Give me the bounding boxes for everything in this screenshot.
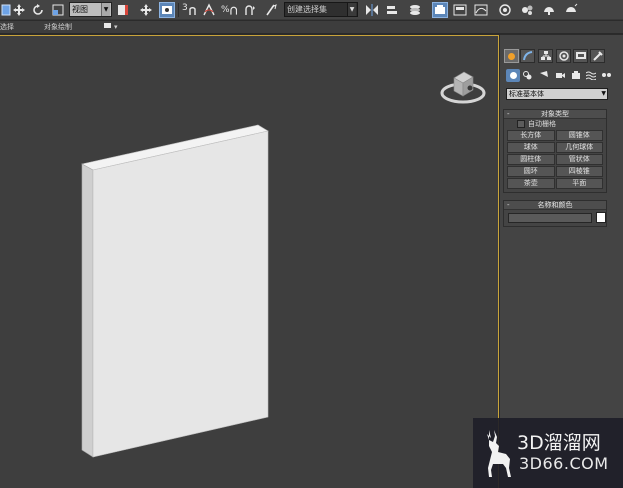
object-type-rollout: - 对象类型 自动栅格 长方体 圆锥体 球体 几何球体 圆柱体 管状体 圆环 四…	[503, 109, 607, 193]
tube-button[interactable]: 管状体	[555, 154, 603, 165]
object-name-input[interactable]	[508, 213, 592, 223]
named-selection-set-value: 创建选择集	[287, 5, 327, 14]
object-category-dropdown[interactable]: 标准基本体 ▼	[506, 88, 608, 100]
ribbon-options-arrow[interactable]: ▾	[114, 22, 118, 32]
scene-explorer-icon[interactable]	[407, 2, 423, 18]
name-and-color-rollout-header[interactable]: - 名称和颜色	[504, 201, 606, 210]
keyboard-shortcut-override-icon[interactable]	[159, 2, 175, 18]
chevron-down-icon: ▼	[601, 90, 606, 97]
helpers-subtab-icon[interactable]	[569, 69, 583, 82]
object-type-rollout-header[interactable]: - 对象类型	[504, 110, 606, 119]
space-warps-subtab-icon[interactable]	[584, 69, 598, 82]
pivot-point-icon[interactable]	[115, 2, 131, 18]
reference-coordinate-value: 视图	[72, 5, 88, 14]
main-toolbar: 视图 ▼ 3 % 创建选择集 ▼	[0, 0, 623, 20]
cylinder-button[interactable]: 圆柱体	[507, 154, 555, 165]
sphere-button[interactable]: 球体	[507, 142, 555, 153]
teapot-button[interactable]: 茶壶	[507, 178, 555, 189]
percent-snap-label: %	[221, 5, 230, 15]
layer-explorer-icon[interactable]	[432, 2, 448, 18]
autogrid-checkbox-row[interactable]: 自动栅格	[504, 119, 606, 129]
selection-label[interactable]: 选择	[0, 22, 14, 32]
mirror-icon[interactable]	[364, 2, 380, 18]
spinner-snap-icon[interactable]	[242, 2, 258, 18]
torus-button[interactable]: 圆环	[507, 166, 555, 177]
object-type-title: 对象类型	[541, 110, 569, 118]
motion-tab-icon[interactable]	[556, 49, 571, 63]
systems-subtab-icon[interactable]	[599, 69, 613, 82]
object-color-swatch[interactable]	[596, 212, 606, 223]
rotate-icon[interactable]	[30, 2, 46, 18]
deer-logo-icon	[487, 430, 511, 477]
object-paint-label[interactable]: 对象绘制	[44, 22, 72, 32]
scale-icon[interactable]	[50, 2, 66, 18]
render-setup-icon[interactable]	[541, 2, 557, 18]
modify-tab-icon[interactable]	[520, 49, 535, 63]
schematic-view-icon[interactable]	[497, 2, 513, 18]
pyramid-button[interactable]: 四棱锥	[555, 166, 603, 177]
reference-coordinate-dropdown[interactable]: 视图 ▼	[69, 2, 112, 17]
name-and-color-rollout: - 名称和颜色	[503, 200, 607, 227]
box-button[interactable]: 长方体	[507, 130, 555, 141]
chevron-down-icon: ▼	[101, 3, 110, 16]
utilities-tab-icon[interactable]	[590, 49, 605, 63]
primitive-buttons-grid: 长方体 圆锥体 球体 几何球体 圆柱体 管状体 圆环 四棱锥 茶壶 平面	[504, 129, 606, 192]
autogrid-label: 自动栅格	[528, 120, 556, 128]
ribbon-strip: 选择 对象绘制 ▾	[0, 21, 623, 34]
geometry-subtab-icon[interactable]	[506, 69, 520, 82]
plane-button[interactable]: 平面	[555, 178, 603, 189]
hierarchy-tab-icon[interactable]	[538, 49, 553, 63]
percent-snap-icon[interactable]: %	[221, 2, 237, 18]
name-row	[504, 210, 606, 226]
edit-named-selection-icon[interactable]	[263, 2, 279, 18]
ribbon-options-icon[interactable]	[104, 22, 113, 33]
box-object-front-face[interactable]	[92, 130, 269, 458]
shapes-subtab-icon[interactable]	[521, 69, 535, 82]
autogrid-checkbox[interactable]	[517, 120, 525, 128]
material-editor-icon[interactable]	[519, 2, 535, 18]
curve-editor-icon[interactable]	[473, 2, 489, 18]
watermark: 3D溜溜网 3D66.COM	[473, 418, 623, 488]
snaps-toggle-icon[interactable]: 3	[181, 2, 197, 18]
watermark-url-text: 3D66.COM	[519, 454, 609, 473]
perspective-viewport[interactable]	[0, 35, 499, 488]
snap-dimension-label: 3	[182, 3, 188, 13]
geosphere-button[interactable]: 几何球体	[555, 142, 603, 153]
align-icon[interactable]	[384, 2, 400, 18]
angle-snap-icon[interactable]	[201, 2, 217, 18]
object-category-value: 标准基本体	[509, 90, 544, 98]
toggle-ribbon-icon[interactable]	[452, 2, 468, 18]
render-frame-window-icon[interactable]	[563, 2, 579, 18]
chevron-down-icon: ▼	[347, 3, 356, 16]
collapse-icon[interactable]: -	[507, 110, 510, 119]
create-tab-icon[interactable]	[504, 49, 519, 63]
collapse-icon[interactable]: -	[507, 201, 510, 210]
cameras-subtab-icon[interactable]	[553, 69, 567, 82]
move-icon[interactable]	[11, 2, 27, 18]
cone-button[interactable]: 圆锥体	[555, 130, 603, 141]
named-selection-set-dropdown[interactable]: 创建选择集 ▼	[284, 2, 358, 17]
toolbar-divider	[178, 3, 179, 17]
name-and-color-title: 名称和颜色	[537, 201, 573, 209]
lights-subtab-icon[interactable]	[537, 69, 551, 82]
viewport-scene	[81, 124, 269, 458]
select-manipulate-icon[interactable]	[138, 2, 154, 18]
box-object-side-face[interactable]	[81, 163, 94, 458]
viewcube-icon[interactable]	[440, 68, 486, 108]
watermark-brand-text: 3D溜溜网	[517, 432, 601, 454]
display-tab-icon[interactable]	[573, 49, 588, 63]
